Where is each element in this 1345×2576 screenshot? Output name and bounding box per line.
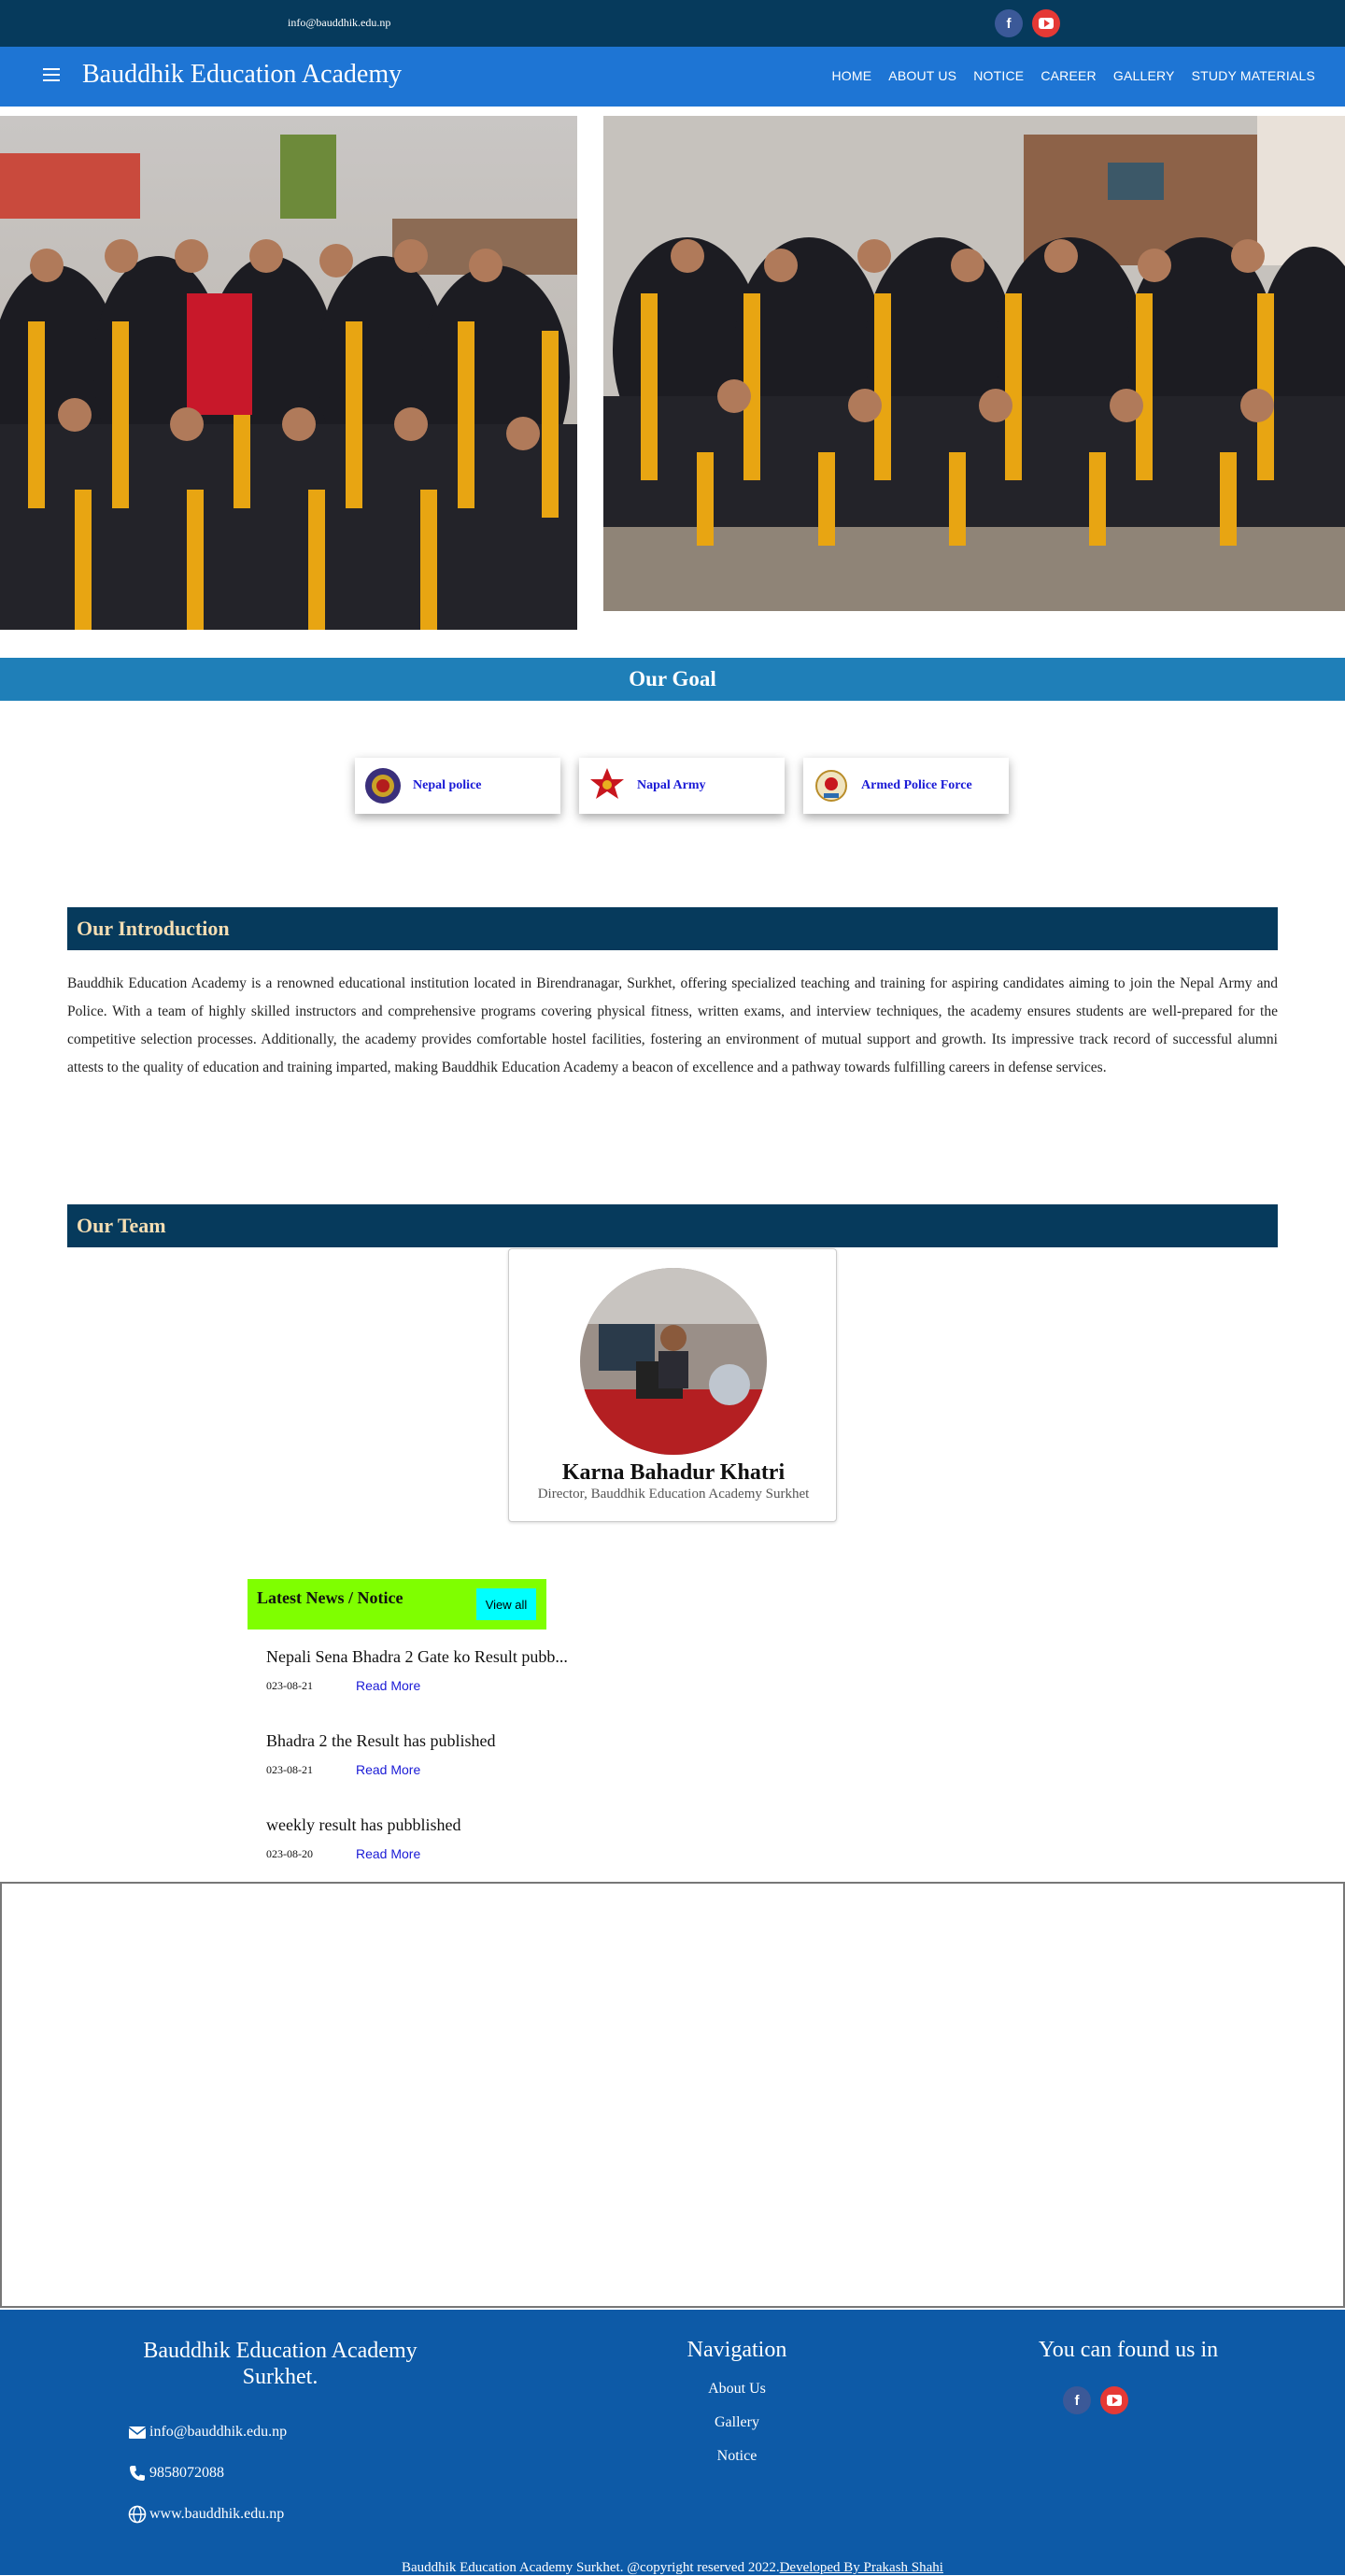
- team-member-card[interactable]: Karna Bahadur Khatri Director, Bauddhik …: [508, 1248, 837, 1522]
- news-title: Latest News / Notice: [257, 1588, 404, 1607]
- team-section-header: Our Team: [67, 1204, 1278, 1247]
- topbar-email[interactable]: info@bauddhik.edu.np: [288, 16, 390, 30]
- read-more-link[interactable]: Read More: [356, 1762, 420, 1777]
- hero-photo-group-1: [0, 116, 577, 630]
- footer-website[interactable]: www.bauddhik.edu.np: [127, 2504, 284, 2525]
- footer-phone-text: 9858072088: [149, 2465, 224, 2481]
- team-member-name: Karna Bahadur Khatri: [561, 1460, 786, 1485]
- news-section-header: Latest News / Notice View all: [248, 1579, 546, 1630]
- footer-social-title: You can found us in: [1038, 2338, 1219, 2362]
- intro-paragraph: Bauddhik Education Academy is a renowned…: [67, 975, 1278, 1075]
- footer-phone[interactable]: 9858072088: [127, 2463, 224, 2483]
- goal-card-label: Napal Army: [637, 778, 706, 792]
- news-item-date: 023-08-21: [266, 1678, 313, 1692]
- footer-nav-item: Gallery: [654, 2414, 820, 2431]
- goal-section-header: Our Goal: [0, 658, 1345, 701]
- news-item: Nepali Sena Bhadra 2 Gate ko Result pubb…: [266, 1647, 568, 1693]
- nepal-police-emblem-icon: [365, 768, 401, 804]
- nav-study-materials[interactable]: STUDY MATERIALS: [1192, 68, 1315, 83]
- footer-website-text: www.bauddhik.edu.np: [149, 2506, 285, 2522]
- main-navbar: Bauddhik Education Academy HOME ABOUT US…: [0, 47, 1345, 107]
- goal-card-label: Nepal police: [413, 778, 482, 792]
- footer-nav-title: Navigation: [687, 2338, 787, 2362]
- footer-nav-item: Notice: [654, 2448, 820, 2465]
- news-item: Bhadra 2 the Result has published 023-08…: [266, 1731, 495, 1777]
- footer-org-line2: Surkhet.: [242, 2365, 319, 2389]
- goal-card-armed-police-force[interactable]: Armed Police Force: [803, 758, 1009, 814]
- view-all-button[interactable]: View all: [476, 1588, 536, 1620]
- goal-card-label: Armed Police Force: [861, 778, 972, 792]
- mail-icon: [128, 2427, 147, 2439]
- nepal-army-emblem-icon: [590, 768, 624, 799]
- read-more-link[interactable]: Read More: [356, 1678, 420, 1693]
- news-item-title[interactable]: weekly result has pubblished: [266, 1815, 460, 1835]
- brand-title[interactable]: Bauddhik Education Academy: [82, 60, 402, 90]
- hamburger-menu-icon[interactable]: [43, 68, 60, 81]
- goal-card-nepal-army[interactable]: Napal Army: [579, 758, 785, 814]
- embedded-map-frame[interactable]: [0, 1882, 1345, 2308]
- news-item-title[interactable]: Bhadra 2 the Result has published: [266, 1731, 495, 1751]
- news-item-date: 023-08-21: [266, 1762, 313, 1776]
- goal-card-nepal-police[interactable]: Nepal police: [355, 758, 560, 814]
- nav-career[interactable]: CAREER: [1041, 68, 1097, 83]
- youtube-icon[interactable]: [1032, 9, 1060, 37]
- footer-email-text: info@bauddhik.edu.np: [149, 2424, 288, 2440]
- nav-about-us[interactable]: ABOUT US: [888, 68, 956, 83]
- phone-icon: [130, 2466, 145, 2481]
- site-footer: Bauddhik Education Academy Surkhet. info…: [0, 2310, 1345, 2575]
- team-member-photo: [580, 1268, 767, 1455]
- read-more-link[interactable]: Read More: [356, 1846, 420, 1861]
- team-title: Our Team: [77, 1214, 166, 1237]
- nav-notice[interactable]: NOTICE: [973, 68, 1024, 83]
- developer-link[interactable]: Developed By Prakash Shahi: [780, 2560, 943, 2575]
- news-item-title[interactable]: Nepali Sena Bhadra 2 Gate ko Result pubb…: [266, 1647, 568, 1667]
- hero-photo-group-2: [603, 116, 1345, 611]
- copyright-line: Bauddhik Education Academy Surkhet. @cop…: [0, 2560, 1345, 2576]
- copyright-text: Bauddhik Education Academy Surkhet. @cop…: [402, 2560, 780, 2575]
- intro-title: Our Introduction: [77, 917, 230, 940]
- facebook-icon[interactable]: f: [995, 9, 1023, 37]
- top-bar: info@bauddhik.edu.np f: [0, 0, 1345, 47]
- news-item-date: 023-08-20: [266, 1846, 313, 1860]
- armed-police-emblem-icon: [815, 770, 847, 802]
- nav-gallery[interactable]: GALLERY: [1113, 68, 1175, 83]
- goal-title: Our Goal: [629, 667, 716, 690]
- footer-link-about-us[interactable]: About Us: [708, 2381, 766, 2397]
- footer-link-gallery[interactable]: Gallery: [715, 2414, 759, 2430]
- team-member-role: Director, Bauddhik Education Academy Sur…: [537, 1487, 810, 1501]
- news-item: weekly result has pubblished 023-08-20 R…: [266, 1815, 460, 1861]
- footer-youtube-icon[interactable]: [1100, 2386, 1128, 2414]
- globe-icon: [128, 2505, 147, 2524]
- intro-section-header: Our Introduction: [67, 907, 1278, 950]
- footer-facebook-icon[interactable]: f: [1063, 2386, 1091, 2414]
- nav-home[interactable]: HOME: [831, 68, 871, 83]
- footer-email[interactable]: info@bauddhik.edu.np: [127, 2422, 287, 2442]
- footer-link-notice[interactable]: Notice: [717, 2448, 757, 2464]
- footer-org-line1: Bauddhik Education Academy: [143, 2339, 418, 2363]
- footer-nav-item: About Us: [654, 2381, 820, 2398]
- footer-org-title: Bauddhik Education Academy Surkhet.: [93, 2338, 467, 2390]
- nav-links: HOME ABOUT US NOTICE CAREER GALLERY STUD…: [831, 68, 1315, 83]
